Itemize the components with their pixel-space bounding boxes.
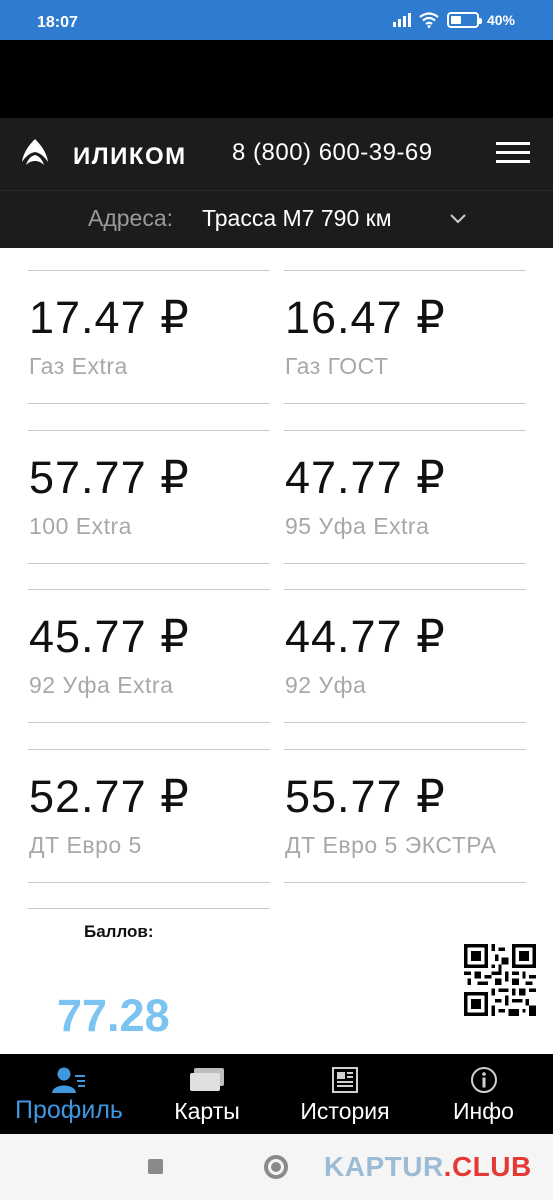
phone-number[interactable]: 8 (800) 600-39-69 <box>232 139 433 167</box>
price-card: 16.47 ₽ Газ ГОСТ <box>284 270 526 404</box>
price-card: 17.47 ₽ Газ Extra <box>28 270 270 404</box>
nav-tab-profile[interactable]: Профиль <box>0 1054 138 1134</box>
price-value: 16.47 ₽ <box>285 292 446 343</box>
cards-icon <box>190 1068 224 1091</box>
fuel-name: 100 Extra <box>29 513 132 539</box>
chevron-down-icon[interactable] <box>449 213 467 225</box>
home-button[interactable] <box>264 1155 288 1179</box>
status-time: 18:07 <box>37 14 78 31</box>
price-value: 55.77 ₽ <box>285 771 446 822</box>
app-header: ИЛИКОМ 8 (800) 600-39-69 <box>0 118 553 190</box>
status-icons: 40% <box>392 12 515 28</box>
info-icon <box>470 1067 497 1093</box>
price-card: 44.77 ₽ 92 Уфа <box>284 589 526 723</box>
fuel-name: ДТ Евро 5 <box>29 832 142 858</box>
points-value: 77.28 <box>57 990 170 1041</box>
system-navigation-bar: KAPTUR.CLUB <box>0 1134 553 1200</box>
nav-tab-cards[interactable]: Карты <box>138 1054 276 1134</box>
watermark-part: .CLUB <box>443 1151 532 1182</box>
nav-tab-info[interactable]: Инфо <box>414 1054 553 1134</box>
nav-label: Инфо <box>453 1098 514 1124</box>
brand-name: ИЛИКОМ <box>73 143 187 170</box>
price-value: 44.77 ₽ <box>285 611 446 662</box>
fuel-name: 92 Уфа <box>285 672 367 698</box>
price-card: 57.77 ₽ 100 Extra <box>28 430 270 564</box>
battery-percent: 40% <box>486 12 515 28</box>
top-banner-area <box>0 40 553 118</box>
price-value: 17.47 ₽ <box>29 292 190 343</box>
nav-label: История <box>300 1098 390 1124</box>
divider <box>28 908 270 909</box>
battery-icon <box>446 12 482 28</box>
price-card: 52.77 ₽ ДТ Евро 5 <box>28 749 270 883</box>
address-label: Адреса: <box>88 205 174 231</box>
signal-icon <box>392 13 411 27</box>
recent-apps-button[interactable] <box>148 1159 163 1174</box>
history-icon <box>332 1067 358 1093</box>
price-card: 55.77 ₽ ДТ Евро 5 ЭКСТРА <box>284 749 526 883</box>
price-value: 57.77 ₽ <box>29 452 190 503</box>
price-card: 45.77 ₽ 92 Уфа Extra <box>28 589 270 723</box>
hamburger-menu-icon[interactable] <box>496 142 532 166</box>
nav-label: Карты <box>174 1098 240 1124</box>
fuel-name: 95 Уфа Extra <box>285 513 430 539</box>
nav-tab-history[interactable]: История <box>276 1054 414 1134</box>
nav-label: Профиль <box>15 1096 123 1124</box>
fuel-name: 92 Уфа Extra <box>29 672 174 698</box>
status-bar: 18:07 40% <box>0 0 553 40</box>
fuel-name: ДТ Евро 5 ЭКСТРА <box>285 832 497 858</box>
flame-logo-icon <box>22 139 48 165</box>
price-value: 47.77 ₽ <box>285 452 446 503</box>
price-value: 45.77 ₽ <box>29 611 190 662</box>
price-card: 47.77 ₽ 95 Уфа Extra <box>284 430 526 564</box>
address-selector[interactable]: Адреса: Трасса М7 790 км <box>0 190 553 248</box>
watermark-part: KAPTUR <box>324 1151 444 1182</box>
watermark: KAPTUR.CLUB <box>324 1151 532 1183</box>
address-value[interactable]: Трасса М7 790 км <box>202 205 392 232</box>
profile-icon <box>52 1067 85 1093</box>
fuel-name: Газ ГОСТ <box>285 353 389 379</box>
qr-code-icon[interactable] <box>464 944 536 1016</box>
wifi-icon <box>419 12 439 28</box>
bottom-navigation: Профиль Карты История Инфо <box>0 1054 553 1134</box>
fuel-name: Газ Extra <box>29 353 128 379</box>
points-label: Баллов: <box>84 922 154 941</box>
price-value: 52.77 ₽ <box>29 771 190 822</box>
